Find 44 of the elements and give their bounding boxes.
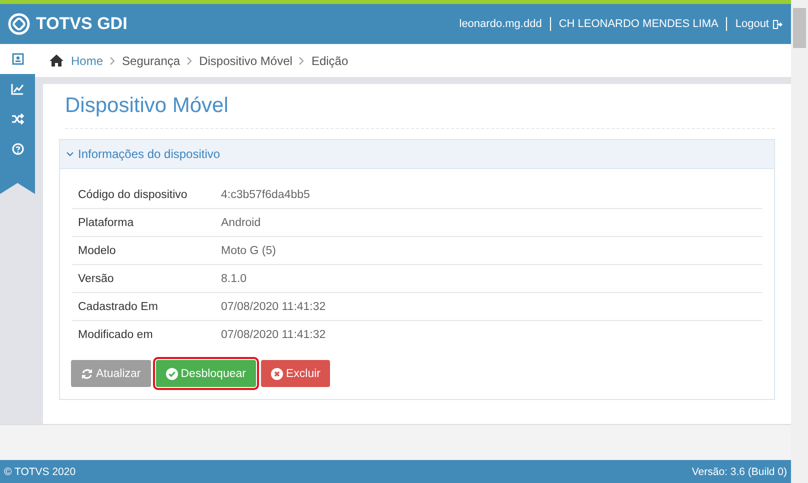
- field-value: Android: [221, 216, 261, 228]
- section-header[interactable]: Informações do dispositivo: [60, 140, 774, 169]
- company-name: CH LEONARDO MENDES LIMA: [558, 18, 718, 30]
- chevron-right-icon: [110, 56, 116, 64]
- page-title: Dispositivo Móvel: [65, 94, 775, 129]
- refresh-button[interactable]: Atualizar: [71, 360, 151, 387]
- close-circle-icon: [270, 368, 283, 380]
- breadcrumb-item[interactable]: Dispositivo Móvel: [199, 54, 292, 68]
- scrollbar[interactable]: [791, 0, 808, 483]
- refresh-icon: [81, 368, 93, 380]
- field-value: 8.1.0: [221, 272, 247, 284]
- field-value: 4:c3b57f6da4bb5: [221, 188, 310, 200]
- breadcrumb-item[interactable]: Home: [71, 54, 104, 68]
- field-label: Modelo: [77, 244, 117, 256]
- field-label: Plataforma: [77, 216, 135, 228]
- breadcrumb-item[interactable]: Segurança: [122, 54, 180, 68]
- chevron-icon: [66, 151, 74, 157]
- app-logo: TOTVS GDI: [36, 14, 128, 34]
- logout-icon: [772, 18, 783, 30]
- chevron-right-icon: [299, 56, 304, 64]
- shuffle-icon: [11, 113, 24, 125]
- line-chart-icon: [11, 83, 24, 95]
- field-label: Código do dispositivo: [77, 188, 188, 200]
- section-title: Informações do dispositivo: [78, 147, 220, 161]
- delete-button[interactable]: Excluir: [260, 360, 330, 387]
- help-icon: [12, 143, 24, 155]
- copyright-text: © TOTVS 2020: [4, 466, 76, 478]
- sidebar-item[interactable]: [0, 44, 35, 74]
- field-label: Modificado em: [77, 328, 154, 340]
- field-value: 07/08/2020 11:41:32: [221, 328, 326, 340]
- unlock-button[interactable]: Desbloquear: [156, 360, 256, 387]
- logout-link[interactable]: Logout: [735, 18, 783, 30]
- contact-card-icon: [12, 53, 24, 65]
- field-value: Moto G (5): [221, 244, 276, 256]
- home-icon: [49, 54, 64, 67]
- breadcrumb-item: Edição: [311, 54, 348, 68]
- logo-icon: [8, 13, 30, 35]
- field-label: Versão: [77, 272, 115, 284]
- user-name: leonardo.mg.ddd: [459, 18, 542, 30]
- chevron-right-icon: [187, 56, 192, 64]
- version-text: Versão: 3.6 (Build 0): [692, 466, 787, 478]
- field-label: Cadastrado Em: [77, 300, 159, 312]
- check-circle-icon: [166, 368, 178, 380]
- field-value: 07/08/2020 11:41:32: [221, 300, 326, 312]
